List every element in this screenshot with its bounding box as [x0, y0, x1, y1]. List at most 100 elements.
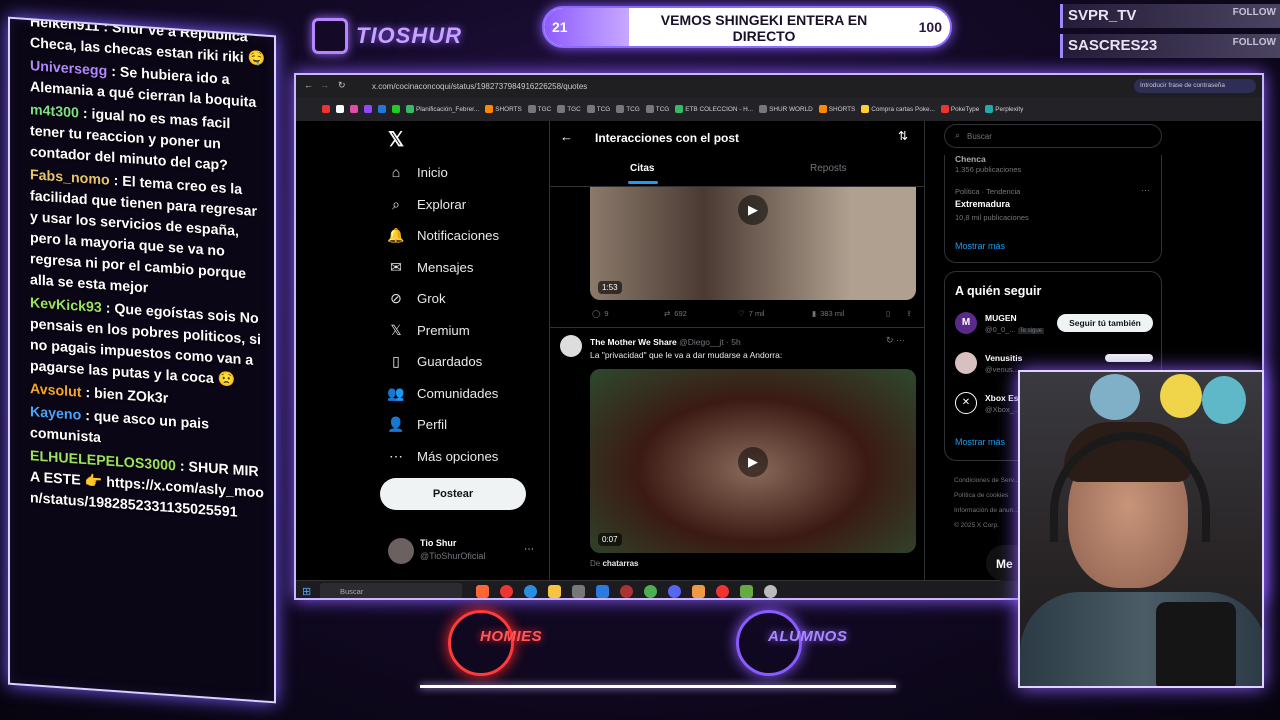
- play-icon[interactable]: ▶: [738, 195, 768, 225]
- password-hint[interactable]: Introducir frase de contraseña: [1134, 79, 1256, 93]
- app-icon[interactable]: [596, 585, 609, 598]
- windows-start-icon[interactable]: ⊞: [302, 585, 311, 598]
- discord-icon[interactable]: [668, 585, 681, 598]
- nav-notifications[interactable]: 🔔 Notificaciones: [387, 222, 500, 248]
- sheets-icon[interactable]: [392, 105, 400, 113]
- nav-explore[interactable]: ⌕ Explorar: [388, 191, 466, 217]
- footer-link[interactable]: Condiciones de Serv...: [954, 473, 1019, 488]
- url-text[interactable]: x.com/cocinaconcoqui/status/198273798491…: [372, 82, 587, 91]
- grok-icon: ⊘: [390, 289, 402, 306]
- avatar: [388, 538, 414, 564]
- instagram-icon[interactable]: [350, 105, 358, 113]
- trend-topic[interactable]: Extremadura: [955, 199, 1010, 209]
- reload-icon[interactable]: ↻: [338, 80, 346, 91]
- divider: [550, 327, 924, 328]
- home-icon: ⌂: [391, 164, 401, 180]
- play-icon[interactable]: ▶: [738, 447, 768, 477]
- xbox-icon[interactable]: ✕: [955, 392, 977, 414]
- more-icon[interactable]: ⋯: [1141, 185, 1150, 196]
- post-author[interactable]: The Mother We Share @Diego__jt · 5h: [590, 337, 741, 347]
- show-more-link[interactable]: Mostrar más: [955, 241, 1005, 251]
- nav-profile[interactable]: 👤 Perfil: [387, 411, 447, 437]
- tab-quotes[interactable]: Citas: [630, 163, 654, 174]
- suggest-name[interactable]: Xbox Es: [985, 393, 1019, 403]
- reply-button[interactable]: ◯ 9: [592, 309, 609, 318]
- account-name: Tio Shur: [420, 538, 457, 548]
- nav-label: Más opciones: [417, 448, 499, 464]
- bookmark-button[interactable]: ▯: [886, 309, 890, 318]
- settings-icon[interactable]: ⇅: [898, 129, 908, 143]
- account-switcher[interactable]: Tio Shur @TioShurOficial ⋯: [388, 536, 538, 566]
- bookmark[interactable]: Compra cartas Poke...: [861, 105, 935, 113]
- app-icon[interactable]: [740, 585, 753, 598]
- bookmark[interactable]: Perplexity: [985, 105, 1023, 113]
- avatar[interactable]: [560, 335, 582, 357]
- bookmark[interactable]: PokeType: [940, 105, 979, 113]
- avatar[interactable]: [955, 352, 977, 374]
- nav-communities[interactable]: 👥 Comunidades: [387, 380, 498, 406]
- app-icon[interactable]: [692, 585, 705, 598]
- chat-username: Fabs_nomo: [30, 167, 110, 189]
- bookmark[interactable]: ETB COLECCION - H...: [675, 105, 753, 113]
- nav-home[interactable]: ⌂ Inicio: [388, 159, 448, 185]
- feed-header: ← Interacciones con el post ⇅ Citas Repo…: [550, 121, 924, 187]
- next-post-preview[interactable]: De chatarras: [590, 559, 639, 568]
- suggest-handle: @0_0_... Te sigue: [985, 325, 1045, 334]
- footer-link[interactable]: Política de cookies: [954, 488, 1019, 503]
- nav-premium[interactable]: 𝕏 Premium: [388, 317, 469, 343]
- suggest-name[interactable]: Venusitis: [985, 353, 1022, 363]
- bookmark[interactable]: SHORTS: [485, 105, 522, 113]
- app-icon[interactable]: [764, 585, 777, 598]
- bookmark[interactable]: TCG: [645, 105, 669, 113]
- back-arrow-icon[interactable]: ←: [560, 129, 573, 144]
- folder-icon[interactable]: [548, 585, 561, 598]
- suggest-name[interactable]: MUGEN: [985, 313, 1017, 323]
- bookmark[interactable]: TCG: [616, 105, 640, 113]
- repost-button[interactable]: ⇄ 692: [664, 309, 687, 318]
- video-player[interactable]: ▶ 0:07: [590, 369, 916, 553]
- nav-bookmarks[interactable]: ▯ Guardados: [388, 348, 482, 374]
- trend-topic[interactable]: Chenca: [955, 154, 986, 164]
- like-button[interactable]: ♡ 7 mil: [738, 309, 765, 318]
- back-icon[interactable]: ←: [304, 80, 313, 90]
- bookmark[interactable]: Planificación_Febrer...: [406, 105, 479, 113]
- x-logo-icon[interactable]: 𝕏: [388, 127, 404, 152]
- search-box[interactable]: ⌕ Buscar: [944, 124, 1162, 148]
- nav-more[interactable]: ⋯ Más opciones: [388, 443, 498, 469]
- bookmark[interactable]: TCG: [586, 105, 610, 113]
- views-button[interactable]: ▮ 383 mil: [812, 309, 844, 318]
- tab-reposts[interactable]: Reposts: [810, 163, 847, 174]
- bookmark[interactable]: SHUR WORLD: [759, 105, 813, 113]
- brave-icon[interactable]: [476, 585, 489, 598]
- avatar[interactable]: M: [955, 312, 977, 334]
- x-icon[interactable]: [336, 105, 344, 113]
- twitch-icon[interactable]: [364, 105, 372, 113]
- more-icon[interactable]: ↻ ⋯: [886, 335, 905, 346]
- bookmark[interactable]: TGC: [527, 105, 551, 113]
- feed-column: ← Interacciones con el post ⇅ Citas Repo…: [549, 121, 925, 580]
- pokeball-icon[interactable]: [716, 585, 729, 598]
- footer-link[interactable]: Información de anun...: [954, 503, 1019, 518]
- chrome-icon[interactable]: [644, 585, 657, 598]
- store-icon[interactable]: [572, 585, 585, 598]
- video-player[interactable]: ▶ 1:53: [590, 187, 916, 300]
- plush-toy: [1090, 374, 1140, 420]
- alumnos-label: ALUMNOS: [768, 628, 848, 645]
- obs-icon[interactable]: [620, 585, 633, 598]
- opera-icon[interactable]: [500, 585, 513, 598]
- nav-grok[interactable]: ⊘ Grok: [388, 285, 445, 311]
- share-button[interactable]: ⇪: [906, 309, 912, 318]
- bookmark[interactable]: TGC: [557, 105, 581, 113]
- bookmark-icon[interactable]: [378, 105, 386, 113]
- nav-label: Notificaciones: [417, 227, 500, 243]
- show-more-link[interactable]: Mostrar más: [955, 437, 1005, 447]
- bookmark[interactable]: SHORTS: [818, 105, 855, 113]
- forward-icon[interactable]: →: [320, 80, 329, 90]
- nav-messages[interactable]: ✉ Mensajes: [388, 254, 473, 280]
- edge-icon[interactable]: [524, 585, 537, 598]
- taskbar-search[interactable]: Buscar: [320, 583, 462, 598]
- follow-back-button[interactable]: Seguir tú también: [1057, 314, 1153, 332]
- follow-button[interactable]: Seguir: [1105, 354, 1153, 362]
- youtube-icon[interactable]: [322, 105, 330, 113]
- post-button[interactable]: Postear: [380, 478, 526, 510]
